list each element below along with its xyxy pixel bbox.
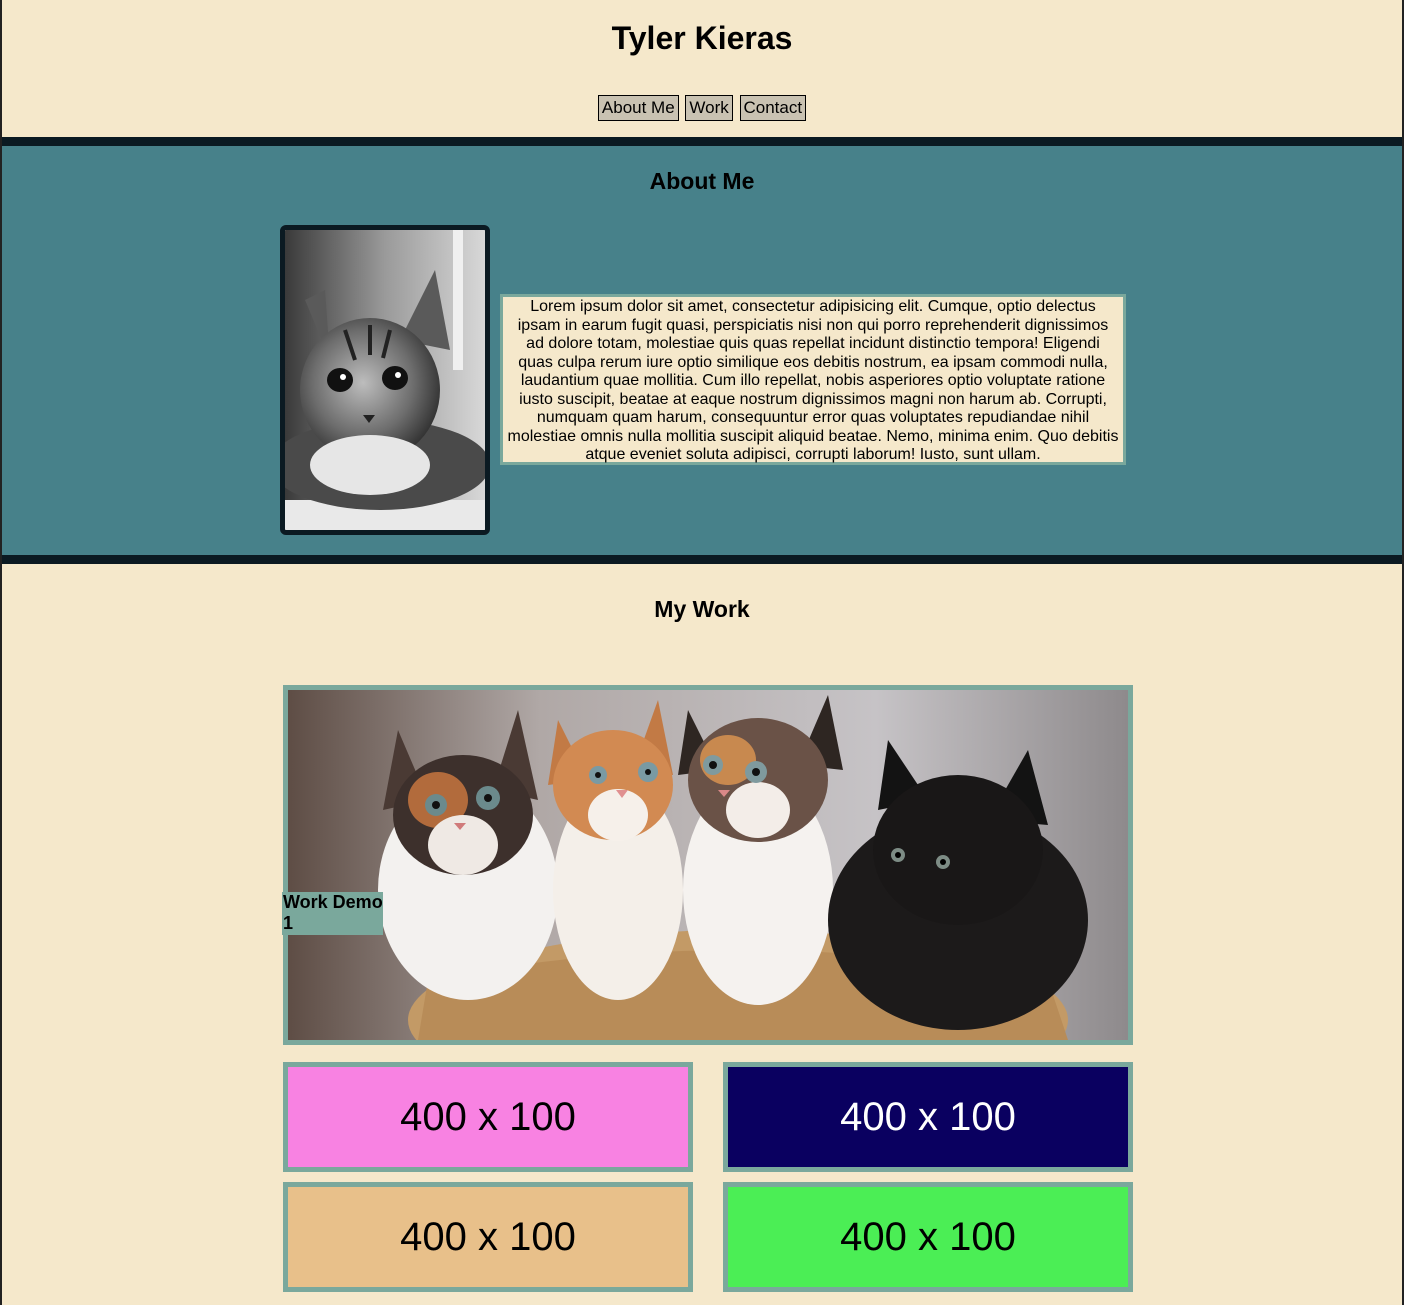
section-divider: [2, 137, 1402, 146]
main-nav: About Me Work Contact: [2, 95, 1402, 121]
kittens-image: [288, 690, 1128, 1040]
site-title: Tyler Kieras: [611, 20, 793, 56]
site-header: Tyler Kieras About Me Work Contact: [2, 0, 1402, 137]
nav-link-work[interactable]: Work: [685, 95, 733, 121]
work-section: My Work Work Demo 1 400 x 100 400 x 100 …: [2, 564, 1402, 1305]
work-tile-3[interactable]: 400 x 100: [283, 1182, 693, 1292]
work-tile-1[interactable]: 400 x 100: [283, 1062, 693, 1172]
work-demo-feature[interactable]: [283, 685, 1133, 1045]
nav-link-contact[interactable]: Contact: [739, 95, 807, 121]
work-heading: My Work: [654, 596, 750, 622]
kitten-2: [548, 700, 683, 1000]
section-divider: [2, 555, 1402, 564]
work-tile-label: 400 x 100: [840, 1094, 1016, 1139]
work-tile-label: 400 x 100: [400, 1214, 576, 1259]
about-heading: About Me: [649, 168, 755, 194]
kitten-bw-image: [285, 230, 485, 530]
nav-link-about[interactable]: About Me: [597, 95, 679, 121]
work-tile-4[interactable]: 400 x 100: [723, 1182, 1133, 1292]
about-text: Lorem ipsum dolor sit amet, consectetur …: [500, 294, 1126, 465]
work-tile-label: 400 x 100: [400, 1094, 576, 1139]
work-demo-label: Work Demo 1: [282, 892, 383, 935]
about-section: About Me Lorem ipsum dolor sit amet, con…: [2, 146, 1402, 555]
work-tile-2[interactable]: 400 x 100: [723, 1062, 1133, 1172]
profile-photo: [280, 225, 490, 535]
work-tile-label: 400 x 100: [840, 1214, 1016, 1259]
